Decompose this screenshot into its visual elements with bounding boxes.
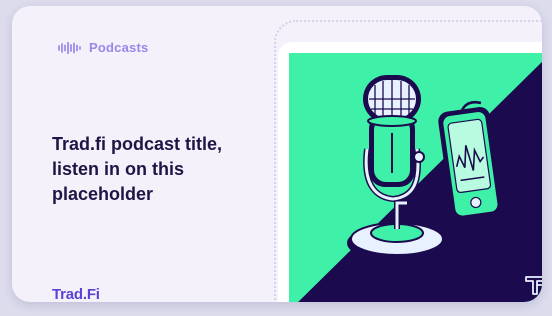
- podcast-card[interactable]: Podcasts Trad.fi podcast title, listen i…: [12, 6, 542, 302]
- category-badge: Podcasts: [57, 40, 148, 55]
- soundwave-icon: [58, 41, 81, 54]
- category-label: Podcasts: [89, 40, 149, 55]
- trad-fi-monogram-icon: [525, 276, 542, 295]
- brand-logo: Trad.Fi: [52, 286, 100, 302]
- podcast-title[interactable]: Trad.fi podcast title, listen in on this…: [52, 132, 272, 207]
- microphone-and-phone-illustration: [289, 53, 542, 302]
